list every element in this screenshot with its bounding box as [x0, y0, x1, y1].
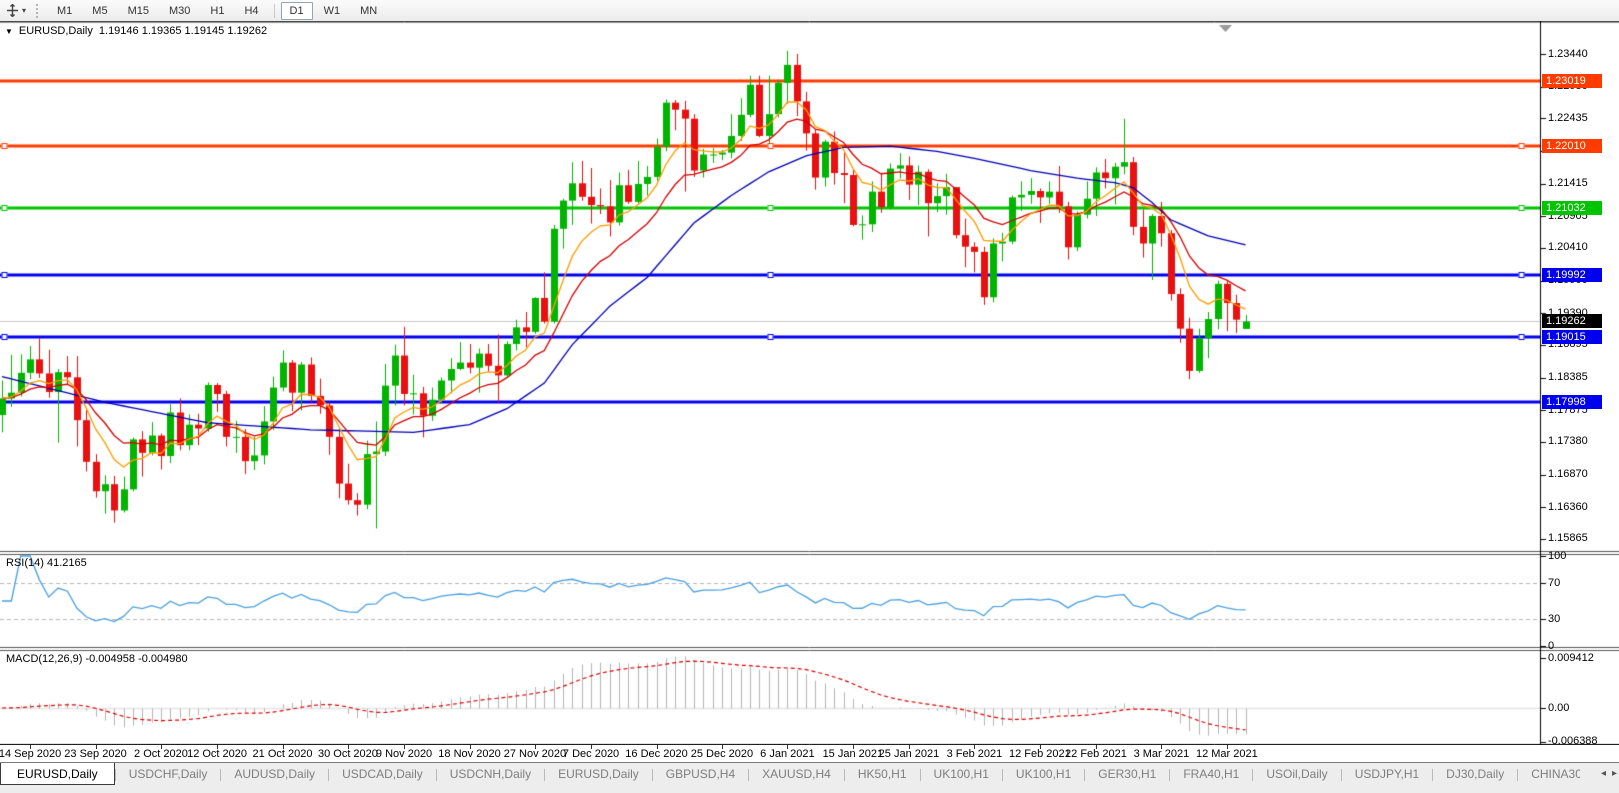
chart-title: ▼ EURUSD,Daily 1.19146 1.19365 1.19145 1…	[5, 25, 267, 37]
chart-tab-china300-h1[interactable]: CHINA300,H1	[1518, 763, 1580, 784]
date-label: 18 Nov 2020	[438, 748, 500, 760]
timeframe-button-h1[interactable]: H1	[201, 2, 233, 20]
price-axis: 1.234401.229301.224351.219251.214151.209…	[1541, 21, 1619, 745]
date-label: 7 Dec 2020	[563, 748, 619, 760]
price-axis-tick: 1.20410	[1548, 241, 1588, 254]
chart-tab-usdcnh-daily[interactable]: USDCNH,Daily	[437, 763, 544, 784]
date-label: 22 Feb 2021	[1065, 748, 1127, 760]
timeframe-button-mn[interactable]: MN	[351, 2, 386, 20]
price-axis-tick: 1.21415	[1548, 177, 1588, 190]
macd-axis-tick: 0.009412	[1548, 652, 1594, 665]
timeframe-button-m5[interactable]: M5	[83, 2, 116, 20]
chart-tab-ger30-h1[interactable]: GER30,H1	[1085, 763, 1169, 784]
price-axis-tick: 1.22435	[1548, 112, 1588, 125]
date-axis: 14 Sep 202023 Sep 2020 2 Oct 202012 Oct 2…	[0, 745, 1540, 762]
date-label: 3 Mar 2021	[1134, 748, 1190, 760]
price-line-tag-1.19992: 1.19992	[1542, 268, 1602, 282]
mt4-terminal: { "toolbar": { "timeframes": ["M1","M5",…	[0, 0, 1619, 793]
price-line-tag-1.21032: 1.21032	[1542, 201, 1602, 215]
timeframe-button-d1[interactable]: D1	[281, 2, 313, 20]
price-chart-canvas[interactable]	[0, 21, 1619, 745]
timeframe-button-m15[interactable]: M15	[119, 2, 158, 20]
chart-tabs: EURUSD,DailyUSDCHF,DailyAUDUSD,DailyUSDC…	[0, 763, 1580, 785]
chart-tab-xauusd-h4[interactable]: XAUUSD,H4	[749, 763, 844, 784]
date-label: 21 Oct 2020	[253, 748, 313, 760]
rsi-indicator-label: RSI(14) 41.2165	[6, 557, 87, 569]
date-label: 15 Jan 2021	[823, 748, 884, 760]
macd-indicator-label: MACD(12,26,9) -0.004958 -0.004980	[6, 653, 188, 665]
chart-tab-usoil-daily[interactable]: USOil,Daily	[1253, 763, 1340, 784]
chart-tab-usdchf-daily[interactable]: USDCHF,Daily	[116, 763, 221, 784]
chart-tab-gbpusd-h4[interactable]: GBPUSD,H4	[653, 763, 748, 784]
chart-tab-usdcad-daily[interactable]: USDCAD,Daily	[329, 763, 436, 784]
price-axis-tick: 1.16870	[1548, 468, 1588, 481]
timeframe-button-m30[interactable]: M30	[160, 2, 199, 20]
chart-symbol-period: EURUSD,Daily	[19, 25, 93, 37]
rsi-axis-tick: 70	[1548, 577, 1560, 590]
date-label: 9 Nov 2020	[376, 748, 432, 760]
toolbar-grip[interactable]	[36, 4, 41, 18]
date-label: 3 Feb 2021	[947, 748, 1003, 760]
date-label: 25 Dec 2020	[691, 748, 753, 760]
timeframe-button-m1[interactable]: M1	[48, 2, 81, 20]
date-label: 16 Dec 2020	[625, 748, 687, 760]
chart-tab-uk100-h1[interactable]: UK100,H1	[921, 763, 1002, 784]
date-label: 25 Jan 2021	[879, 748, 940, 760]
price-line-tag-1.22010: 1.22010	[1542, 139, 1602, 153]
rsi-axis-tick: 30	[1548, 613, 1560, 626]
rsi-axis-tick: 100	[1548, 550, 1566, 563]
date-label: 14 Sep 2020	[0, 748, 61, 760]
chart-tab-usdjpy-h1[interactable]: USDJPY,H1	[1342, 763, 1432, 784]
price-line-tag-1.19015: 1.19015	[1542, 330, 1602, 344]
chart-tab-dj30-daily[interactable]: DJ30,Daily	[1433, 763, 1517, 784]
price-axis-tick: 1.18385	[1548, 371, 1588, 384]
macd-axis-tick: -0.006388	[1548, 735, 1598, 748]
chart-ohlc-values: 1.19146 1.19365 1.19145 1.19262	[99, 25, 267, 37]
timeframe-button-w1[interactable]: W1	[315, 2, 350, 20]
collapse-ohlc-icon[interactable]: ▼	[5, 27, 13, 36]
tab-scroll-buttons: ◂ ▸	[1601, 768, 1617, 779]
chart-tab-hk50-h1[interactable]: HK50,H1	[845, 763, 920, 784]
macd-axis-tick: 0.00	[1548, 702, 1569, 715]
date-label: 12 Oct 2020	[187, 748, 247, 760]
tab-scroll-left-icon[interactable]: ◂	[1601, 768, 1606, 779]
date-label: 23 Sep 2020	[64, 748, 126, 760]
price-line-tag-1.23019: 1.23019	[1542, 74, 1602, 88]
current-price-tag: 1.19262	[1542, 314, 1602, 328]
chart-tab-audusd-daily[interactable]: AUDUSD,Daily	[221, 763, 328, 784]
chart-tab-fra40-h1[interactable]: FRA40,H1	[1170, 763, 1252, 784]
date-label: 27 Nov 2020	[504, 748, 566, 760]
timeframe-button-h4[interactable]: H4	[235, 2, 267, 20]
date-label: 6 Jan 2021	[760, 748, 814, 760]
chart-tab-strip: EURUSD,DailyUSDCHF,DailyAUDUSD,DailyUSDC…	[0, 762, 1619, 793]
top-toolbar: ▾ M1M5M15M30H1H4 D1W1MN	[0, 0, 1619, 22]
price-axis-tick: 1.16360	[1548, 501, 1588, 514]
tab-scroll-right-icon[interactable]: ▸	[1612, 768, 1617, 779]
toolbar-divider	[274, 4, 275, 18]
date-label: 30 Oct 2020	[318, 748, 378, 760]
price-axis-tick: 1.23440	[1548, 48, 1588, 61]
price-axis-tick: 1.17380	[1548, 435, 1588, 448]
chart-tab-eurusd-daily[interactable]: EURUSD,Daily	[545, 763, 652, 784]
pan-tool-dropdown-icon[interactable]: ▾	[22, 6, 26, 15]
pan-tool-button[interactable]: ▾	[1, 3, 31, 18]
date-label: 12 Mar 2021	[1196, 748, 1258, 760]
chart-tab-uk100-h1[interactable]: UK100,H1	[1003, 763, 1084, 784]
price-axis-tick: 1.15865	[1548, 532, 1588, 545]
date-label: 2 Oct 2020	[134, 748, 188, 760]
pan-tool-icon	[6, 4, 19, 17]
price-line-tag-1.17998: 1.17998	[1542, 395, 1602, 409]
timeframe-button-group: M1M5M15M30H1H4 D1W1MN	[47, 2, 387, 20]
date-label: 12 Feb 2021	[1009, 748, 1071, 760]
chart-tab-eurusd-daily[interactable]: EURUSD,Daily	[0, 763, 115, 785]
